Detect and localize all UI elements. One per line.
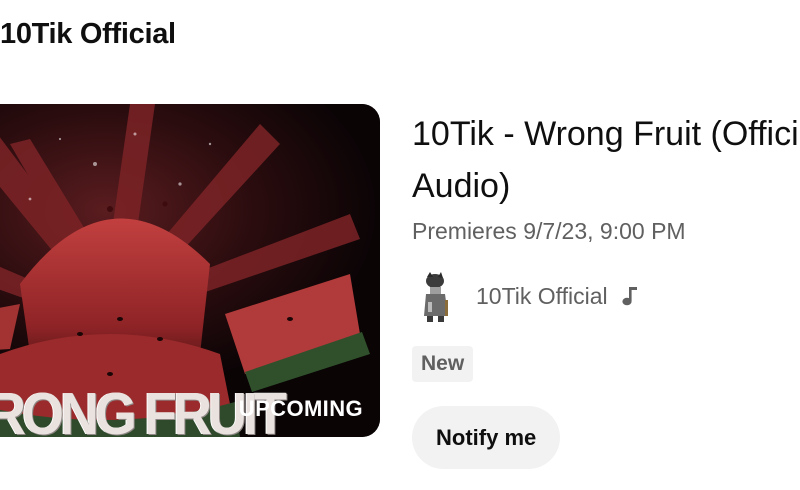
channel-avatar-figure — [424, 272, 448, 322]
video-thumbnail[interactable]: WRONG FRUIT UPCOMING — [0, 104, 380, 437]
video-title[interactable]: 10Tik - Wrong Fruit (Official Audio) — [412, 108, 800, 212]
avatar[interactable] — [412, 268, 460, 324]
shelf-title[interactable]: 10Tik Official — [0, 18, 176, 51]
video-details: 10Tik - Wrong Fruit (Official Audio) Pre… — [412, 108, 800, 245]
new-badge: New — [412, 346, 474, 382]
notify-me-button[interactable]: Notify me — [412, 406, 561, 469]
channel-shelf: 10Tik Official ONG FRUIT UPCOMING 10Tik … — [0, 0, 800, 490]
music-note-icon — [620, 285, 640, 307]
upcoming-overlay-label: UPCOMING — [238, 396, 363, 421]
premiere-time: Premieres 9/7/23, 9:00 PM — [412, 218, 686, 244]
channel-link[interactable]: 10Tik Official — [412, 268, 640, 324]
channel-name[interactable]: 10Tik Official — [476, 283, 608, 310]
